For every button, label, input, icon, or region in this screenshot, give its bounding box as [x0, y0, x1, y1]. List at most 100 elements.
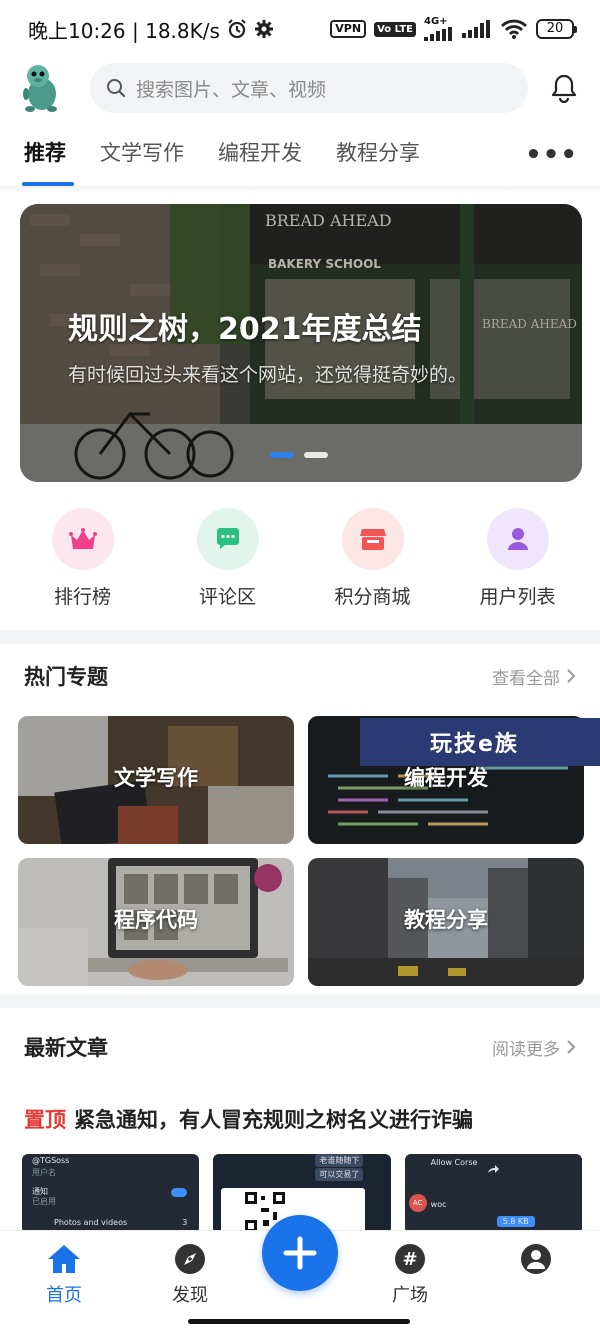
watermark-overlay: 玩技e族 — [360, 718, 600, 766]
latest-articles-title: 最新文章 — [24, 1036, 108, 1060]
thumb1-row1-sub: 已启用 — [32, 1197, 56, 1206]
thumb2-msg1: 老谁随随下 — [315, 1154, 364, 1167]
banner-pagination — [270, 452, 328, 458]
tab-literature-writing[interactable]: 文学写作 — [100, 128, 184, 182]
search-bar[interactable]: 搜索图片、文章、视频 — [90, 63, 528, 113]
thumb2-msg2: 可以交易了 — [315, 1168, 364, 1181]
topic-card-tutorials[interactable]: 教程分享 — [308, 858, 584, 986]
more-tabs-button[interactable]: ••• — [525, 140, 578, 170]
quick-entries: 排行榜 评论区 积分商城 用户列表 — [0, 508, 600, 618]
quick-entry-points-store-label: 积分商城 — [334, 586, 411, 608]
view-all-link[interactable]: 查看全部 — [492, 664, 576, 689]
bell-icon — [551, 74, 577, 103]
compass-icon — [175, 1244, 205, 1274]
bottom-navigation: 首页 发现 # 广场 — [0, 1215, 600, 1333]
nav-square-label: 广场 — [392, 1285, 428, 1306]
banner-title: 规则之树，2021年度总结 — [68, 312, 422, 347]
app-header: 搜索图片、文章、视频 — [0, 58, 600, 118]
topic-label-literature: 文学写作 — [114, 766, 198, 790]
signal-icon-2 — [462, 20, 490, 38]
home-indicator — [188, 1319, 410, 1324]
thumb3-size: 5.8 KB — [496, 1216, 535, 1227]
featured-banner[interactable]: BREAD AHEAD BAKERY SCHOOL BREAD AHEAD 规则… — [20, 204, 582, 482]
thumb1-row2-count: 3 — [182, 1218, 188, 1227]
volte-badge: Vo LTE — [374, 21, 416, 37]
quick-entry-user-list-bg — [486, 508, 549, 570]
network-type: 4G+ — [424, 16, 448, 27]
signal-icon — [424, 27, 452, 41]
profile-icon — [521, 1244, 551, 1274]
vpn-badge: VPN — [330, 20, 367, 38]
quick-entry-comments-label: 评论区 — [198, 586, 256, 608]
search-icon — [107, 79, 126, 98]
section-divider-2 — [0, 994, 600, 1008]
quick-entry-points-store[interactable]: 积分商城 — [308, 508, 438, 618]
crown-icon — [68, 528, 97, 549]
nav-discover[interactable]: 发现 — [150, 1243, 230, 1307]
topic-card-code[interactable]: 程序代码 — [18, 858, 294, 986]
section-divider — [0, 630, 600, 644]
svg-text:#: # — [402, 1249, 417, 1270]
pinned-tag: 置顶 — [24, 1108, 66, 1132]
chevron-right-icon — [567, 669, 576, 683]
thumb1-sub: 用户名 — [32, 1168, 56, 1177]
create-post-button[interactable] — [262, 1215, 338, 1291]
topic-card-literature[interactable]: 文学写作 — [18, 716, 294, 844]
tab-recommend[interactable]: 推荐 — [22, 128, 74, 186]
plus-icon — [283, 1236, 317, 1270]
search-placeholder: 搜索图片、文章、视频 — [136, 78, 327, 101]
status-time-speed: 晚上10:26 | 18.8K/s — [28, 18, 220, 43]
quick-entry-user-list[interactable]: 用户列表 — [453, 508, 583, 618]
quick-entry-comments[interactable]: 评论区 — [163, 508, 293, 618]
notification-button[interactable] — [548, 72, 580, 104]
quick-entry-leaderboard-bg — [51, 508, 114, 570]
home-icon — [48, 1245, 80, 1273]
quick-entry-leaderboard-label: 排行榜 — [53, 586, 111, 608]
banner-subtitle: 有时候回过头来看这个网站，还觉得挺奇妙的。 — [68, 364, 468, 386]
nav-profile[interactable] — [496, 1243, 576, 1275]
thumb3-avatar: AC — [408, 1194, 427, 1212]
read-more-link[interactable]: 阅读更多 — [492, 1035, 576, 1060]
tabs-shadow — [0, 186, 600, 192]
topic-label-programming: 编程开发 — [404, 766, 488, 790]
chevron-right-icon — [567, 1040, 576, 1054]
latest-articles-header: 最新文章 阅读更多 — [24, 1027, 576, 1067]
pinned-article-title[interactable]: 置顶 紧急通知，有人冒充规则之树名义进行诈骗 — [24, 1104, 473, 1134]
status-bar: 晚上10:26 | 18.8K/s VPN Vo LTE 4G+ 20 — [0, 0, 600, 58]
nav-square[interactable]: # 广场 — [370, 1243, 450, 1307]
hot-topics-header: 热门专题 查看全部 — [24, 656, 576, 696]
banner-dot-2[interactable] — [304, 452, 328, 458]
chat-icon — [216, 528, 239, 549]
battery-indicator: 20 — [536, 19, 577, 39]
settings-gear-icon — [254, 20, 273, 38]
app-logo-icon[interactable] — [20, 62, 64, 114]
view-all-label: 查看全部 — [492, 668, 560, 689]
nav-home-label: 首页 — [46, 1285, 82, 1306]
article-thumbnail-1[interactable]: @TGSoss 用户名 通知 已启用 Photos and videos 3 — [22, 1154, 200, 1234]
hot-topics-title: 热门专题 — [24, 665, 108, 689]
topic-label-tutorials: 教程分享 — [404, 908, 488, 932]
topic-label-code: 程序代码 — [114, 908, 198, 932]
store-icon — [359, 529, 386, 550]
pinned-article-text: 紧急通知，有人冒充规则之树名义进行诈骗 — [74, 1108, 473, 1132]
thumb1-row2: Photos and videos — [54, 1218, 128, 1227]
banner-dot-1[interactable] — [270, 452, 294, 458]
tab-programming[interactable]: 编程开发 — [218, 128, 302, 182]
tab-tutorials[interactable]: 教程分享 — [336, 128, 420, 182]
quick-entry-leaderboard[interactable]: 排行榜 — [18, 508, 148, 618]
quick-entry-user-list-label: 用户列表 — [479, 586, 556, 608]
user-icon — [507, 528, 528, 550]
thumb3-user: Allow Corse — [430, 1158, 478, 1167]
forward-icon — [487, 1165, 499, 1173]
category-tabs: 推荐 文学写作 编程开发 教程分享 ••• — [0, 128, 600, 186]
alarm-icon — [228, 19, 246, 39]
read-more-label: 阅读更多 — [492, 1039, 560, 1060]
nav-home[interactable]: 首页 — [24, 1243, 104, 1307]
quick-entry-comments-bg — [196, 508, 259, 570]
thumb1-toggle — [171, 1188, 188, 1197]
article-thumbnail-3[interactable]: Allow Corse AC woc 5.8 KB — [404, 1154, 582, 1234]
thumb3-msg: woc — [430, 1200, 447, 1209]
quick-entry-points-store-bg — [341, 508, 404, 570]
nav-discover-label: 发现 — [172, 1285, 208, 1306]
wifi-icon — [501, 19, 527, 39]
